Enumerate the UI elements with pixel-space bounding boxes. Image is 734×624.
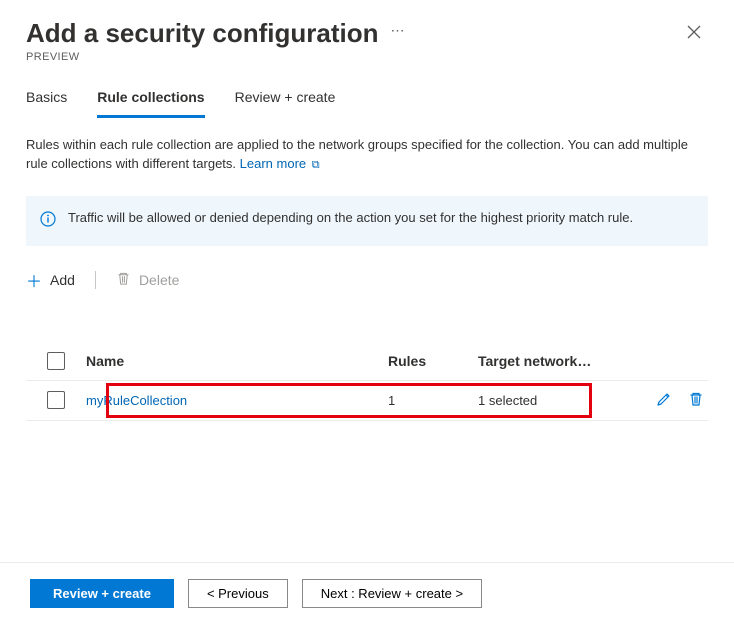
- tab-bar: Basics Rule collections Review + create: [26, 89, 708, 118]
- col-header-rules[interactable]: Rules: [388, 353, 478, 369]
- col-header-name[interactable]: Name: [86, 353, 388, 369]
- learn-more-link[interactable]: Learn more ⧉: [240, 156, 320, 171]
- col-header-target[interactable]: Target network…: [478, 353, 618, 369]
- tab-review-create[interactable]: Review + create: [235, 89, 336, 118]
- tab-basics[interactable]: Basics: [26, 89, 67, 118]
- info-callout: Traffic will be allowed or denied depend…: [26, 196, 708, 246]
- add-button[interactable]: ＋ Add: [26, 268, 75, 292]
- trash-icon: [116, 271, 131, 289]
- blade-header: Add a security configuration ⋯ PREVIEW: [26, 18, 708, 63]
- edit-button[interactable]: [656, 391, 672, 410]
- more-icon[interactable]: ⋯: [391, 22, 406, 45]
- delete-row-button[interactable]: [688, 391, 704, 410]
- trash-icon: [688, 391, 704, 407]
- row-checkbox[interactable]: [47, 391, 65, 409]
- next-button[interactable]: Next : Review + create >: [302, 579, 482, 608]
- description-body: Rules within each rule collection are ap…: [26, 137, 688, 171]
- page-title: Add a security configuration: [26, 18, 379, 49]
- table-header-row: Name Rules Target network…: [26, 342, 708, 381]
- preview-badge: PREVIEW: [26, 51, 680, 63]
- previous-button[interactable]: < Previous: [188, 579, 288, 608]
- rule-collections-table: Name Rules Target network… myRuleCollect…: [26, 342, 708, 421]
- rules-count: 1: [388, 393, 478, 408]
- close-icon: [687, 25, 701, 39]
- delete-button[interactable]: Delete: [116, 271, 179, 289]
- select-all-checkbox[interactable]: [47, 352, 65, 370]
- table-row: myRuleCollection 1 1 selected: [26, 381, 708, 421]
- toolbar-separator: [95, 271, 96, 289]
- target-networks: 1 selected: [478, 393, 618, 408]
- review-create-button[interactable]: Review + create: [30, 579, 174, 608]
- rule-collection-link[interactable]: myRuleCollection: [86, 393, 388, 408]
- toolbar: ＋ Add Delete: [26, 268, 708, 292]
- info-icon: [40, 211, 56, 230]
- tab-rule-collections[interactable]: Rule collections: [97, 89, 204, 118]
- pencil-icon: [656, 391, 672, 407]
- delete-label: Delete: [139, 272, 179, 288]
- add-label: Add: [50, 272, 75, 288]
- close-button[interactable]: [680, 18, 708, 46]
- description-text: Rules within each rule collection are ap…: [26, 136, 708, 174]
- external-link-icon: ⧉: [312, 159, 320, 171]
- wizard-footer: Review + create < Previous Next : Review…: [0, 562, 734, 624]
- info-text: Traffic will be allowed or denied depend…: [68, 210, 633, 225]
- plus-icon: ＋: [26, 268, 42, 292]
